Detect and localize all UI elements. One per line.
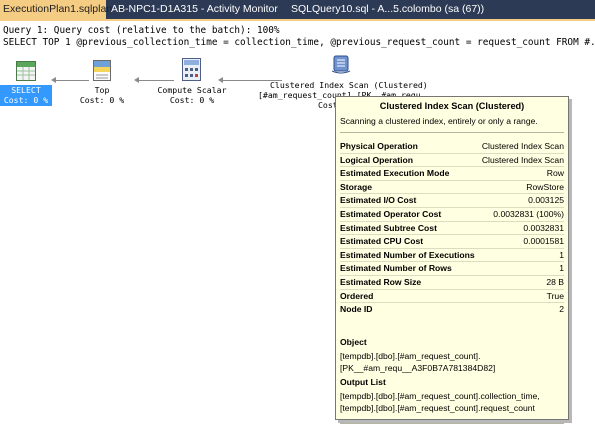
plan-node-cost: Cost: 0 % [169,95,215,105]
plan-node-name: SELECT [11,85,41,95]
property-value: 28 B [546,277,564,287]
tab-execution-plan[interactable]: ExecutionPlan1.sqlplan ✕ [0,0,125,19]
property-key: Estimated I/O Cost [340,195,417,206]
property-key: Estimated Number of Executions [340,249,475,260]
tooltip-property-row: Ordered True [340,290,564,303]
property-value: 0.0032831 (100%) [493,209,564,219]
property-key: Estimated Operator Cost [340,209,442,219]
tooltip-property-row: Estimated Number of Rows 1 [340,262,564,275]
property-value: 0.003125 [528,195,564,206]
property-value: Clustered Index Scan [481,141,564,151]
property-value: 1 [559,249,564,260]
property-key: Ordered [340,290,374,301]
property-key: Physical Operation [340,141,418,151]
property-key: Storage [340,181,372,192]
tooltip-property-row: Estimated Execution Mode Row [340,167,564,180]
plan-node-cost: Cost: 0 % [3,95,49,105]
object-line: [tempdb].[dbo].[#am_request_count]. [340,351,481,361]
plan-node-name: Compute Scalar [157,85,227,95]
tooltip-property-row: Estimated Subtree Cost 0.0032831 [340,222,564,235]
tab-label: SQLQuery10.sql - A...5.colombo (sa (67)) [291,3,485,15]
tooltip-property-row: Storage RowStore [340,181,564,194]
operator-tooltip: Clustered Index Scan (Clustered) Scannin… [335,96,569,424]
flow-arrow [134,77,174,83]
tooltip-property-row: Estimated Operator Cost 0.0032831 (100%) [340,208,564,221]
clustered-index-scan-icon [331,55,351,74]
tooltip-divider [340,423,564,424]
tooltip-title: Clustered Index Scan (Clustered) [379,101,525,111]
property-value: 0.0032831 [523,222,564,233]
property-value: Clustered Index Scan [481,154,564,165]
tooltip-property-row: Node ID 2 [340,303,564,316]
property-key: Node ID [340,304,373,315]
plan-node-name: Clustered Index Scan (Clustered) [270,80,428,90]
tooltip-property-row: Estimated I/O Cost 0.003125 [340,194,564,207]
output-list-label: Output List [340,377,386,387]
plan-node-name: Top [94,85,110,95]
object-line: [PK__#am_requ__A3F0B7A781384D82] [340,363,496,373]
tooltip-property-row: Physical Operation Clustered Index Scan [340,140,564,153]
property-value: 0.0001581 [523,236,564,247]
query-statement-text: SELECT TOP 1 @previous_collection_time =… [3,37,595,48]
property-value: RowStore [526,181,564,192]
property-key: Logical Operation [340,154,414,165]
tooltip-property-row: Logical Operation Clustered Index Scan [340,154,564,167]
tooltip-property-row: Estimated Number of Executions 1 [340,249,564,262]
property-value: 1 [559,263,564,274]
top-icon [93,60,111,81]
property-value: 2 [559,304,564,315]
query-cost-text: Query 1: Query cost (relative to the bat… [3,25,280,36]
flow-arrow [51,77,89,83]
tooltip-divider [340,132,564,133]
property-key: Estimated Subtree Cost [340,222,437,233]
output-line: [tempdb].[dbo].[#am_request_count].reque… [340,403,535,413]
property-value: True [546,290,564,301]
tab-sqlquery10[interactable]: SQLQuery10.sql - A...5.colombo (sa (67)) [291,0,484,19]
tooltip-property-row: Estimated CPU Cost 0.0001581 [340,235,564,248]
tab-label: ExecutionPlan1.sqlplan [3,3,113,15]
tab-label: AB-NPC1-D1A315 - Activity Monitor [111,3,278,15]
output-line: [tempdb].[dbo].[#am_request_count].colle… [340,391,540,401]
property-value: Row [546,168,564,179]
compute-scalar-icon [182,58,201,81]
tab-activity-monitor[interactable]: AB-NPC1-D1A315 - Activity Monitor [111,0,278,19]
property-key: Estimated Number of Rows [340,263,452,274]
property-key: Estimated Execution Mode [340,168,450,179]
tooltip-description: Scanning a clustered index, entirely or … [340,116,538,126]
property-key: Estimated CPU Cost [340,236,424,247]
property-key: Estimated Row Size [340,277,422,287]
object-section-label: Object [340,337,367,347]
document-tab-strip: ExecutionPlan1.sqlplan ✕ AB-NPC1-D1A315 -… [0,0,595,21]
select-icon [16,61,36,81]
tooltip-property-row: Estimated Row Size 28 B [340,276,564,289]
plan-node-cost: Cost: 0 % [79,95,125,105]
